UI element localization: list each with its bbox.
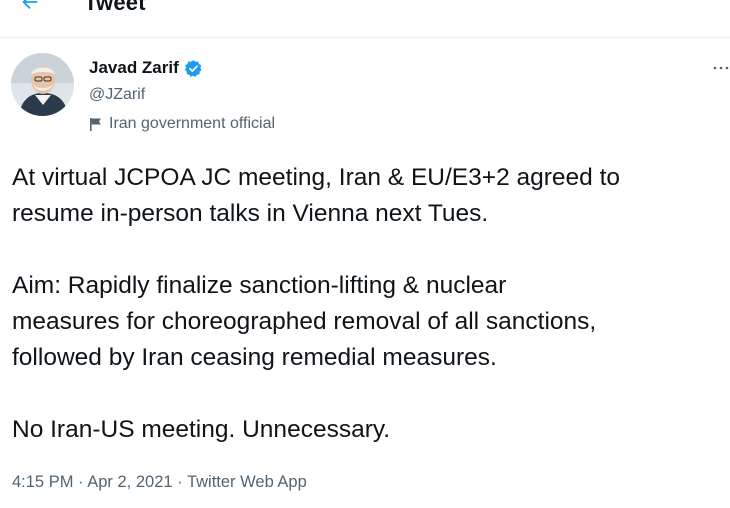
tweet-metadata: 4:15 PM · Apr 2, 2021 · Twitter Web App [12, 473, 307, 492]
label-text[interactable]: Iran government official [109, 115, 275, 133]
author-name-row: Javad Zarif [89, 58, 203, 78]
tweet-paragraph: At virtual JCPOA JC meeting, Iran & EU/E… [12, 164, 621, 227]
government-label: Iran government official [89, 115, 275, 133]
tweet-source[interactable]: Twitter Web App [187, 473, 307, 491]
back-button[interactable] [16, 0, 44, 14]
tweet-paragraph: No Iran-US meeting. Unnecessary. [12, 416, 391, 443]
more-options-button[interactable] [712, 58, 730, 78]
tweet-paragraph: Aim: Rapidly finalize sanction-lifting &… [12, 272, 597, 371]
tweet-time[interactable]: 4:15 PM [12, 473, 73, 491]
verified-badge-icon [184, 59, 202, 77]
author-portrait [11, 53, 74, 116]
tweet-header: Tweet [0, 0, 730, 38]
author-display-name[interactable]: Javad Zarif [89, 58, 179, 78]
page-title: Tweet [84, 0, 146, 15]
meta-separator: · [78, 473, 84, 491]
author-handle[interactable]: @JZarif [89, 86, 145, 104]
flag-icon [90, 117, 101, 131]
meta-separator: · [177, 473, 183, 491]
more-options-icon [713, 66, 729, 70]
tweet-text: At virtual JCPOA JC meeting, Iran & EU/E… [12, 160, 728, 448]
left-arrow-icon [22, 0, 38, 10]
avatar[interactable] [11, 53, 74, 116]
tweet-date[interactable]: Apr 2, 2021 [87, 473, 172, 491]
